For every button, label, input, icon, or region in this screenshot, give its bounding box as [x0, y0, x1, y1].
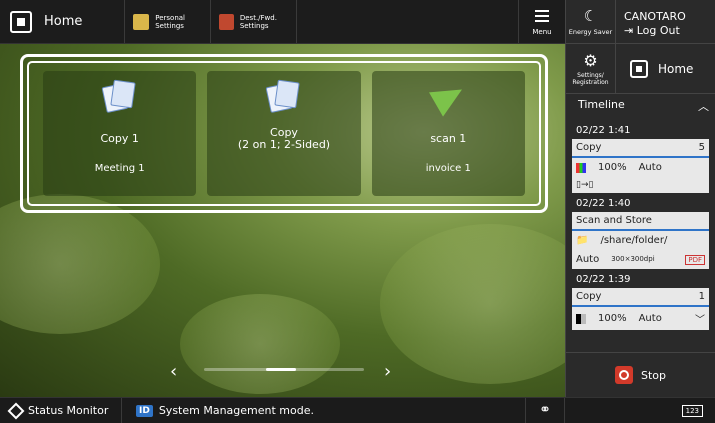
page-indicator-track — [204, 368, 364, 371]
personal-settings-button[interactable]: Personal Settings — [125, 0, 211, 43]
job-path: /share/folder/ — [600, 235, 668, 246]
system-message-text: System Management mode. — [158, 404, 314, 417]
network-icon[interactable]: ⚭ — [525, 398, 565, 423]
tile-title-line2: (2 on 1; 2-Sided) — [237, 138, 331, 151]
tile-subtitle: Meeting 1 — [94, 163, 145, 174]
right-home-label: Home — [658, 61, 694, 76]
address-book-icon — [219, 13, 234, 30]
keypad-icon[interactable]: 123 — [681, 404, 703, 417]
job-mode: Auto — [576, 254, 600, 265]
paper-plane-icon — [429, 77, 470, 117]
home-icon — [630, 59, 648, 78]
status-monitor-icon — [7, 402, 25, 419]
bottom-bar: Status Monitor ID System Management mode… — [0, 397, 715, 423]
folder-icon: 📁 — [576, 235, 589, 246]
energy-saver-label: Energy Saver — [568, 28, 613, 36]
job-name: Copy — [576, 142, 602, 153]
user-area[interactable]: CANOTARO ⇥ Log Out — [616, 0, 715, 43]
next-page-button[interactable]: › — [384, 361, 391, 382]
right-panel: ☾ Energy Saver CANOTARO ⇥ Log Out ⚙ Sett… — [565, 0, 715, 397]
prev-page-button[interactable]: ‹ — [170, 361, 177, 382]
personal-settings-label: Personal Settings — [155, 13, 185, 30]
settings-registration-button[interactable]: ⚙ Settings/ Registration — [566, 44, 616, 93]
copy-documents-icon — [265, 79, 302, 115]
job-format: PDF — [685, 254, 705, 265]
page-indicator-thumb — [266, 368, 296, 371]
shortcut-tile-copy-1[interactable]: Copy 1 Meeting 1 — [43, 71, 197, 196]
timeline-job[interactable]: Copy 1 100% Auto ﹀ — [572, 288, 709, 330]
job-zoom: 100% — [598, 162, 627, 173]
hamburger-icon — [535, 7, 549, 25]
menu-label: Menu — [532, 28, 552, 36]
logout-button[interactable]: ⇥ Log Out — [624, 24, 715, 38]
settings-registration-label: Settings/ Registration — [572, 72, 609, 86]
job-name: Copy — [576, 291, 602, 302]
tile-title: scan 1 — [430, 132, 467, 145]
chevron-down-icon[interactable]: ﹀ — [695, 311, 705, 326]
shortcut-panel: Copy 1 Meeting 1 Copy (2 on 1; 2-Sided) … — [20, 54, 548, 213]
shortcut-tile-scan-1[interactable]: scan 1 invoice 1 — [371, 71, 525, 196]
job-time: 02/22 1:41 — [576, 125, 631, 136]
timeline-title: Timeline — [578, 98, 625, 111]
tile-subtitle: invoice 1 — [425, 163, 471, 174]
system-message: ID System Management mode. — [122, 404, 525, 417]
user-name: CANOTARO — [624, 10, 686, 23]
job-zoom: 100% — [598, 313, 627, 324]
personal-settings-icon — [133, 13, 150, 30]
tile-title: Copy 1 — [100, 132, 139, 145]
menu-button[interactable]: Menu — [519, 0, 565, 43]
top-bar: Home Personal Settings Dest./Fwd. Settin… — [0, 0, 565, 44]
timeline-job[interactable]: Scan and Store 📁 /share/folder/ Auto 300×3… — [572, 212, 709, 269]
job-time: 02/22 1:40 — [576, 198, 631, 209]
gear-icon: ⚙ — [583, 51, 598, 70]
job-time: 02/22 1:39 — [576, 274, 631, 285]
moon-icon: ☾ — [583, 7, 598, 25]
timeline[interactable]: Timeline ︿ 02/22 1:41 Copy 5 100% Auto ▯→▯… — [566, 94, 715, 352]
stop-icon — [614, 366, 633, 384]
copy-documents-icon — [101, 79, 138, 115]
bw-mode-icon — [576, 313, 586, 324]
status-monitor-label: Status Monitor — [28, 404, 109, 417]
page-navigator: ‹ › — [170, 359, 400, 382]
tile-title: Copy (2 on 1; 2-Sided) — [238, 125, 330, 153]
logout-icon: ⇥ — [624, 24, 637, 37]
dest-fwd-settings-button[interactable]: Dest./Fwd. Settings — [211, 0, 297, 43]
home-button[interactable]: Home — [0, 0, 125, 43]
stop-label: Stop — [640, 368, 666, 382]
right-home-button[interactable]: Home — [616, 44, 715, 93]
home-screen-area: Copy 1 Meeting 1 Copy (2 on 1; 2-Sided) … — [0, 44, 565, 397]
chevron-up-icon[interactable]: ︿ — [698, 98, 709, 114]
stop-button[interactable]: Stop — [566, 352, 715, 397]
job-count: 1 — [698, 291, 705, 302]
job-mode: Auto — [638, 162, 662, 173]
logout-label: Log Out — [636, 24, 680, 37]
job-mode: Auto — [638, 313, 662, 324]
timeline-job[interactable]: Copy 5 100% Auto ▯→▯ — [572, 139, 709, 193]
shortcut-tile-copy-2on1[interactable]: Copy (2 on 1; 2-Sided) — [207, 71, 361, 196]
color-mode-icon — [576, 162, 586, 173]
id-icon: ID — [136, 404, 153, 417]
dest-fwd-settings-label: Dest./Fwd. Settings — [239, 13, 277, 30]
job-name: Scan and Store — [576, 215, 652, 226]
status-monitor-button[interactable]: Status Monitor — [0, 398, 122, 423]
job-count: 5 — [698, 142, 705, 153]
home-label: Home — [44, 14, 83, 29]
energy-saver-button[interactable]: ☾ Energy Saver — [566, 0, 616, 43]
job-resolution: 300×300dpi — [611, 255, 655, 263]
duplex-icon: ▯→▯ — [576, 180, 594, 190]
home-icon — [10, 10, 32, 33]
